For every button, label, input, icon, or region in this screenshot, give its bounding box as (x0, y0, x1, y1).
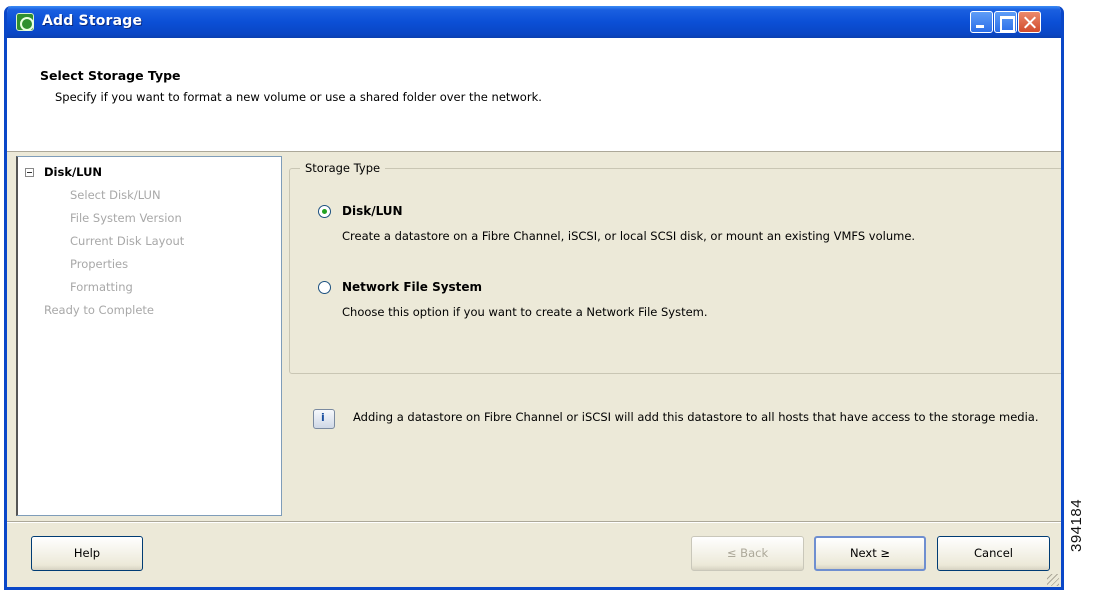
page-title: Select Storage Type (40, 68, 181, 83)
help-button[interactable]: Help (31, 536, 143, 571)
resize-grip-icon[interactable] (1047, 574, 1059, 586)
title-bar[interactable]: Add Storage (7, 6, 1061, 38)
maximize-icon[interactable] (994, 11, 1017, 33)
add-storage-icon (16, 13, 34, 31)
figure-id: 394184 (1068, 498, 1085, 552)
step-select-disk-lun: Select Disk/LUN (70, 188, 161, 202)
disk-lun-label[interactable]: Disk/LUN (342, 204, 403, 218)
storage-type-group-label: Storage Type (300, 161, 386, 175)
collapse-icon[interactable] (25, 168, 34, 177)
wizard-header: Select Storage Type Specify if you want … (7, 38, 1061, 152)
next-button[interactable]: Next ≥ (814, 536, 926, 571)
nfs-label[interactable]: Network File System (342, 280, 482, 294)
step-disk-lun[interactable]: Disk/LUN (44, 165, 102, 179)
page-subtitle: Specify if you want to format a new volu… (55, 90, 542, 104)
step-ready-to-complete: Ready to Complete (44, 303, 154, 317)
step-current-disk-layout: Current Disk Layout (70, 234, 185, 248)
back-button[interactable]: ≤ Back (691, 536, 804, 571)
nfs-radio[interactable] (318, 281, 331, 294)
minimize-icon[interactable] (970, 11, 993, 33)
disk-lun-description: Create a datastore on a Fibre Channel, i… (342, 229, 916, 243)
wizard-steps-tree: Disk/LUN Select Disk/LUN File System Ver… (16, 156, 282, 516)
info-message: Adding a datastore on Fibre Channel or i… (353, 410, 1039, 424)
step-file-system-version: File System Version (70, 211, 182, 225)
step-formatting: Formatting (70, 280, 133, 294)
disk-lun-radio[interactable] (318, 205, 331, 218)
storage-type-group: Storage Type Disk/LUN Create a datastore… (289, 161, 1061, 374)
step-properties: Properties (70, 257, 129, 271)
info-icon (313, 409, 335, 429)
close-icon[interactable] (1018, 11, 1041, 33)
cancel-button[interactable]: Cancel (937, 536, 1050, 571)
add-storage-window: Add Storage Select Storage Type Specify … (4, 6, 1064, 590)
footer-divider (7, 521, 1061, 523)
window-title: Add Storage (42, 13, 143, 29)
nfs-description: Choose this option if you want to create… (342, 305, 708, 319)
